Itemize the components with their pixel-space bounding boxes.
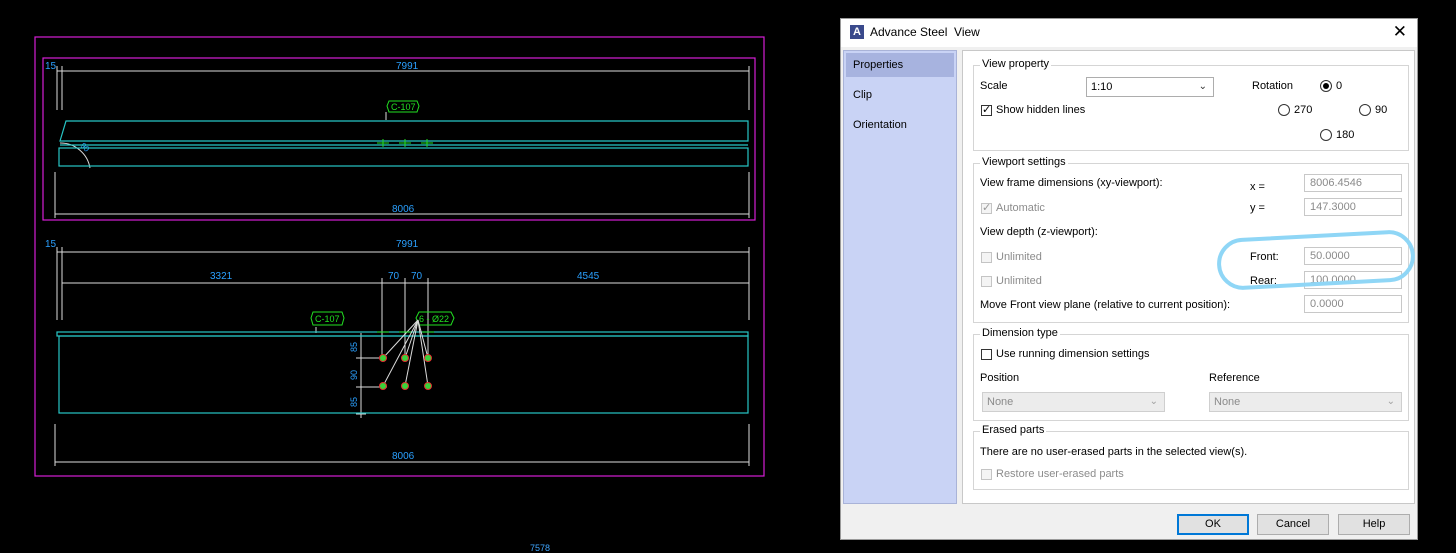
unlimited-front-label: Unlimited xyxy=(996,251,1042,263)
view-depth-label: View depth (z-viewport): xyxy=(980,226,1098,238)
automatic-checkbox[interactable] xyxy=(981,201,992,214)
svg-text:6 - Ø22: 6 - Ø22 xyxy=(419,314,449,324)
chevron-down-icon: ⌄ xyxy=(1386,396,1395,407)
top-view-frame xyxy=(42,57,756,221)
x-field[interactable]: 8006.4546 xyxy=(1304,174,1402,192)
move-front-plane-field[interactable]: 0.0000 xyxy=(1304,295,1402,313)
x-label: x = xyxy=(1250,181,1265,193)
view-property-title: View property xyxy=(980,58,1052,70)
side-vdim-a: 85 xyxy=(349,342,359,352)
restore-erased-checkbox[interactable] xyxy=(981,469,992,480)
y-field[interactable]: 147.3000 xyxy=(1304,198,1402,216)
erased-parts-group: Erased parts There are no user-erased pa… xyxy=(973,424,1409,490)
top-dim-small: 15 xyxy=(45,61,57,72)
unlimited-rear-label: Unlimited xyxy=(996,275,1042,287)
side-view-part-label: C-107 xyxy=(310,311,345,326)
erased-parts-message: There are no user-erased parts in the se… xyxy=(980,446,1248,458)
side-dim-left: 3321 xyxy=(210,271,233,282)
unlimited-front-checkbox[interactable] xyxy=(981,252,992,263)
automatic-label: Automatic xyxy=(996,202,1045,214)
position-label: Position xyxy=(980,372,1020,384)
y-label: y = xyxy=(1250,202,1265,214)
side-dim-mid1: 70 xyxy=(388,271,400,282)
highlight-annotation xyxy=(1215,228,1417,292)
ok-button[interactable]: OK xyxy=(1177,514,1249,535)
show-hidden-lines-checkbox[interactable] xyxy=(981,103,992,116)
nav-item-clip[interactable]: Clip xyxy=(846,83,954,107)
chevron-down-icon: ⌄ xyxy=(1198,81,1207,92)
dialog-title: Advance Steel View xyxy=(870,25,980,39)
side-dim-small: 15 xyxy=(45,239,57,250)
position-value: None xyxy=(987,396,1014,408)
viewport-settings-title: Viewport settings xyxy=(980,156,1068,168)
show-hidden-lines-label: Show hidden lines xyxy=(996,104,1086,116)
top-dim-bottom: 8006 xyxy=(392,204,415,215)
side-dim-mid2: 70 xyxy=(411,271,423,282)
rotation-label-0: 0 xyxy=(1336,80,1343,92)
chevron-down-icon: ⌄ xyxy=(1149,396,1158,407)
dialog-nav: Properties Clip Orientation xyxy=(843,50,957,504)
bottom-dimension-partial: 7578 xyxy=(530,543,551,553)
side-dim-bottom: 8006 xyxy=(392,451,415,462)
rotation-radio-270[interactable] xyxy=(1278,104,1290,116)
restore-erased-label: Restore user-erased parts xyxy=(996,468,1124,480)
reference-value: None xyxy=(1214,396,1241,408)
rotation-label-270: 270 xyxy=(1294,104,1313,116)
nav-item-properties[interactable]: Properties xyxy=(846,53,954,77)
rotation-radio-0[interactable] xyxy=(1320,80,1332,92)
rotation-radio-180[interactable] xyxy=(1320,129,1332,141)
top-view-hole-marks xyxy=(377,139,433,147)
running-dimension-checkbox[interactable] xyxy=(981,349,992,360)
scale-value: 1:10 xyxy=(1091,81,1113,93)
side-view-beam xyxy=(56,331,749,414)
top-view-dimensions xyxy=(54,66,750,218)
side-vdim-b: 90 xyxy=(349,370,359,380)
dimension-type-title: Dimension type xyxy=(980,327,1060,339)
erased-parts-title: Erased parts xyxy=(980,424,1047,436)
position-select[interactable]: None ⌄ xyxy=(982,392,1165,412)
rotation-label-90: 90 xyxy=(1375,104,1388,116)
rotation-label-180: 180 xyxy=(1336,129,1355,141)
side-view-bolt-label: 6 - Ø22 xyxy=(415,311,455,326)
frame-dimensions-label: View frame dimensions (xy-viewport): xyxy=(980,177,1163,189)
rotation-radio-90[interactable] xyxy=(1359,104,1371,116)
rotation-label: Rotation xyxy=(1252,80,1293,92)
advance-steel-logo-icon: A xyxy=(850,25,864,39)
dialog-titlebar[interactable]: A Advance Steel View ✕ xyxy=(841,19,1417,47)
svg-text:C-107: C-107 xyxy=(315,314,340,324)
scale-select[interactable]: 1:10 ⌄ xyxy=(1086,77,1214,97)
reference-label: Reference xyxy=(1209,372,1260,384)
running-dimension-label: Use running dimension settings xyxy=(996,348,1150,360)
dimension-type-group: Dimension type Use running dimension set… xyxy=(973,327,1409,421)
nav-item-orientation[interactable]: Orientation xyxy=(846,113,954,137)
scale-label: Scale xyxy=(980,80,1008,92)
reference-select[interactable]: None ⌄ xyxy=(1209,392,1402,412)
top-view-part-label: C-107 xyxy=(386,100,420,113)
close-icon[interactable]: ✕ xyxy=(1393,22,1407,42)
unlimited-rear-checkbox[interactable] xyxy=(981,276,992,287)
cancel-button[interactable]: Cancel xyxy=(1257,514,1329,535)
help-button[interactable]: Help xyxy=(1338,514,1410,535)
side-dim-overall: 7991 xyxy=(396,239,419,250)
top-dim-overall: 7991 xyxy=(396,61,419,72)
side-dim-right: 4545 xyxy=(577,271,600,282)
side-vdim-c: 85 xyxy=(349,397,359,407)
move-front-plane-label: Move Front view plane (relative to curre… xyxy=(980,299,1231,311)
cad-drawing-canvas[interactable]: 15 7991 8006 90 C-107 15 7991 3321 70 70… xyxy=(0,0,840,548)
svg-text:C-107: C-107 xyxy=(391,102,416,112)
view-property-group: View property Scale 1:10 ⌄ Rotation 0 27… xyxy=(973,58,1409,151)
